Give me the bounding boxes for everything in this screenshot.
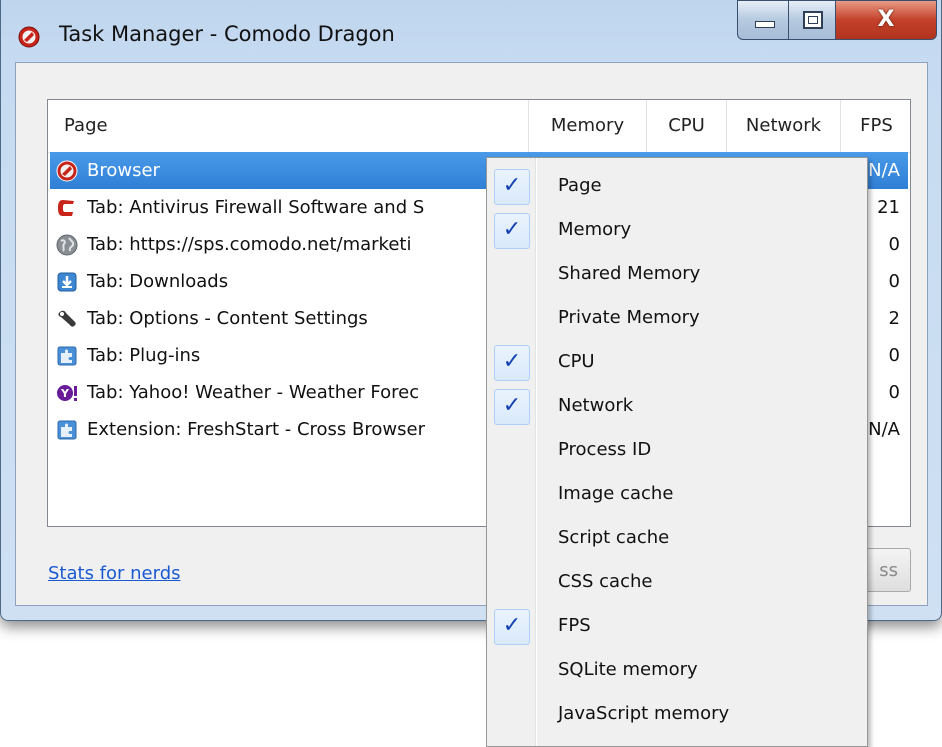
menu-item-label: Process ID [558,439,652,460]
check-box: ✓ [494,609,530,645]
menu-item-label: Memory [558,219,632,240]
column-header-cpu[interactable]: CPU [647,100,727,152]
menu-item-page[interactable]: ✓ Page [487,165,867,207]
menu-item-image-cache[interactable]: Image cache [487,473,867,515]
column-header-fps[interactable]: FPS [841,100,910,152]
row-fps: 0 [888,271,900,292]
check-icon: ✓ [502,393,522,418]
column-header-network[interactable]: Network [727,100,841,152]
wrench-icon [58,310,76,327]
column-context-menu: ✓ Page ✓ Memory Shared Memory Private Me… [486,157,868,747]
minimize-button[interactable] [737,0,789,40]
row-fps: N/A [868,160,900,181]
window-controls: X [719,0,937,42]
menu-item-fps[interactable]: ✓ FPS [487,605,867,647]
comodo-c-icon [58,200,74,216]
maximize-button[interactable] [788,0,836,40]
menu-item-label: JavaScript memory [558,703,730,724]
check-box: ✓ [494,169,530,205]
menu-item-label: CSS cache [558,571,653,592]
row-label: Tab: Yahoo! Weather - Weather Forec [87,382,420,403]
menu-item-network[interactable]: ✓ Network [487,385,867,427]
row-fps: 0 [888,234,900,255]
row-label: Browser [87,160,160,181]
title-bar[interactable]: Task Manager - Comodo Dragon X [1,0,941,60]
menu-item-memory[interactable]: ✓ Memory [487,209,867,251]
minimize-icon [755,21,775,28]
menu-item-label: Network [558,395,634,416]
row-label: Tab: https://sps.comodo.net/marketi [87,234,412,255]
menu-item-process-id[interactable]: Process ID [487,429,867,471]
maximize-icon [803,11,823,29]
comodo-dragon-icon [56,160,78,182]
column-header-memory[interactable]: Memory [529,100,647,152]
window-title: Task Manager - Comodo Dragon [59,22,395,46]
check-icon: ✓ [502,217,522,242]
row-fps: N/A [868,419,900,440]
menu-item-script-cache[interactable]: Script cache [487,517,867,559]
row-fps: 2 [888,308,900,329]
menu-item-label: CPU [558,351,595,372]
menu-item-label: Image cache [558,483,674,504]
check-box: ✓ [494,213,530,249]
menu-item-private-memory[interactable]: Private Memory [487,297,867,339]
menu-item-javascript-memory[interactable]: JavaScript memory [487,693,867,735]
menu-item-shared-memory[interactable]: Shared Memory [487,253,867,295]
row-label: Tab: Downloads [87,271,229,292]
check-icon: ✓ [502,173,522,198]
menu-item-label: FPS [558,615,591,636]
svg-text:Y: Y [60,387,70,400]
menu-item-label: Private Memory [558,307,700,328]
puzzle-icon [57,420,77,440]
close-button[interactable]: X [835,0,937,40]
menu-item-label: Script cache [558,527,670,548]
stats-for-nerds-link[interactable]: Stats for nerds [48,563,181,584]
end-process-button-label: ss [879,560,898,581]
list-header: Page Memory CPU Network FPS [48,100,910,153]
check-icon: ✓ [502,613,522,638]
row-fps: 0 [888,345,900,366]
globe-icon [56,234,78,256]
menu-item-sqlite-memory[interactable]: SQLite memory [487,649,867,691]
menu-item-css-cache[interactable]: CSS cache [487,561,867,603]
column-header-page[interactable]: Page [48,100,529,152]
menu-item-cpu[interactable]: ✓ CPU [487,341,867,383]
menu-item-label: SQLite memory [558,659,698,680]
check-box: ✓ [494,389,530,425]
row-fps: 0 [888,382,900,403]
close-icon: X [877,7,895,32]
download-icon [57,272,77,292]
row-label: Tab: Options - Content Settings [87,308,368,329]
comodo-dragon-icon [18,26,40,48]
row-label: Tab: Plug-ins [87,345,201,366]
check-icon: ✓ [502,349,522,374]
menu-item-label: Shared Memory [558,263,701,284]
row-label: Tab: Antivirus Firewall Software and S [87,197,425,218]
row-label: Extension: FreshStart - Cross Browser [87,419,425,440]
puzzle-icon [57,346,77,366]
menu-item-label: Page [558,175,602,196]
row-fps: 21 [877,197,900,218]
yahoo-icon: Y [57,385,77,401]
check-box: ✓ [494,345,530,381]
